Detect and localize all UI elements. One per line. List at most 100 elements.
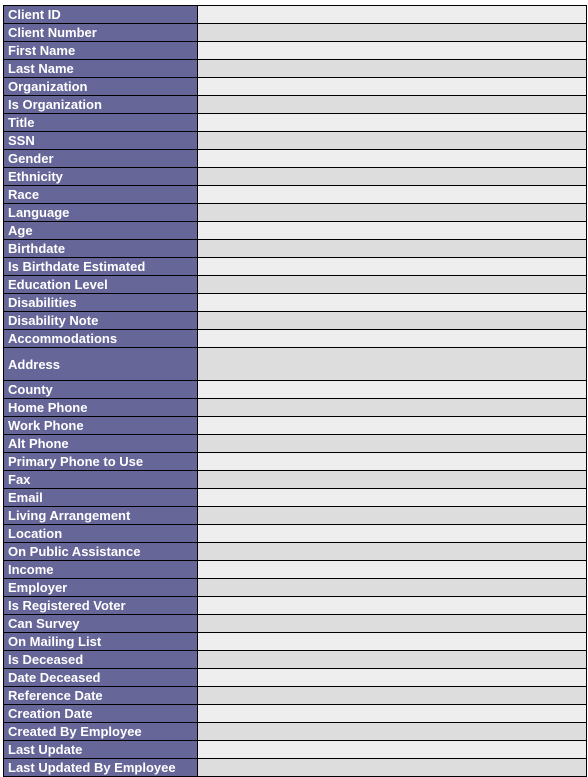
field-value-last-name [197, 59, 587, 78]
table-row: First Name [3, 41, 587, 60]
field-label-reference-date: Reference Date [3, 686, 198, 705]
field-label-last-updated-by-employee: Last Updated By Employee [3, 758, 198, 777]
field-label-county: County [3, 380, 198, 399]
table-row: Ethnicity [3, 167, 587, 186]
table-row: Disability Note [3, 311, 587, 330]
table-row: Address [3, 347, 587, 381]
field-value-can-survey [197, 614, 587, 633]
field-label-creation-date: Creation Date [3, 704, 198, 723]
field-value-alt-phone [197, 434, 587, 453]
table-row: Disabilities [3, 293, 587, 312]
table-row: Accommodations [3, 329, 587, 348]
table-row: Last Updated By Employee [3, 758, 587, 777]
table-row: County [3, 380, 587, 399]
table-row: Birthdate [3, 239, 587, 258]
table-row: Last Update [3, 740, 587, 759]
field-value-primary-phone-to-use [197, 452, 587, 471]
field-label-email: Email [3, 488, 198, 507]
field-label-is-organization: Is Organization [3, 95, 198, 114]
table-row: Client Number [3, 23, 587, 42]
field-label-is-deceased: Is Deceased [3, 650, 198, 669]
field-label-work-phone: Work Phone [3, 416, 198, 435]
table-row: Living Arrangement [3, 506, 587, 525]
field-label-is-registered-voter: Is Registered Voter [3, 596, 198, 615]
field-label-accommodations: Accommodations [3, 329, 198, 348]
field-label-can-survey: Can Survey [3, 614, 198, 633]
field-value-client-number [197, 23, 587, 42]
field-value-fax [197, 470, 587, 489]
table-row: Reference Date [3, 686, 587, 705]
table-row: Last Name [3, 59, 587, 78]
field-label-address: Address [3, 347, 198, 381]
field-value-age [197, 221, 587, 240]
field-value-disability-note [197, 311, 587, 330]
table-row: Created By Employee [3, 722, 587, 741]
field-label-race: Race [3, 185, 198, 204]
table-row: Creation Date [3, 704, 587, 723]
table-row: Is Registered Voter [3, 596, 587, 615]
table-row: Employer [3, 578, 587, 597]
field-value-organization [197, 77, 587, 96]
field-value-race [197, 185, 587, 204]
table-row: Gender [3, 149, 587, 168]
table-row: Date Deceased [3, 668, 587, 687]
field-label-on-public-assistance: On Public Assistance [3, 542, 198, 561]
field-value-first-name [197, 41, 587, 60]
field-value-is-organization [197, 95, 587, 114]
field-value-is-deceased [197, 650, 587, 669]
field-value-living-arrangement [197, 506, 587, 525]
table-row: Email [3, 488, 587, 507]
field-label-birthdate: Birthdate [3, 239, 198, 258]
field-value-created-by-employee [197, 722, 587, 741]
field-value-disabilities [197, 293, 587, 312]
field-label-alt-phone: Alt Phone [3, 434, 198, 453]
table-row: Race [3, 185, 587, 204]
field-value-income [197, 560, 587, 579]
field-label-language: Language [3, 203, 198, 222]
field-value-date-deceased [197, 668, 587, 687]
field-value-ssn [197, 131, 587, 150]
field-label-last-name: Last Name [3, 59, 198, 78]
table-row: Can Survey [3, 614, 587, 633]
field-value-education-level [197, 275, 587, 294]
field-label-organization: Organization [3, 77, 198, 96]
field-label-employer: Employer [3, 578, 198, 597]
field-label-disability-note: Disability Note [3, 311, 198, 330]
table-row: Primary Phone to Use [3, 452, 587, 471]
field-value-last-updated-by-employee [197, 758, 587, 777]
field-label-primary-phone-to-use: Primary Phone to Use [3, 452, 198, 471]
field-value-gender [197, 149, 587, 168]
table-row: Is Organization [3, 95, 587, 114]
field-value-last-update [197, 740, 587, 759]
field-value-birthdate [197, 239, 587, 258]
field-label-title: Title [3, 113, 198, 132]
field-label-ethnicity: Ethnicity [3, 167, 198, 186]
field-label-home-phone: Home Phone [3, 398, 198, 417]
field-label-age: Age [3, 221, 198, 240]
field-value-address [197, 347, 587, 381]
field-label-fax: Fax [3, 470, 198, 489]
field-label-income: Income [3, 560, 198, 579]
field-label-ssn: SSN [3, 131, 198, 150]
field-label-client-number: Client Number [3, 23, 198, 42]
table-row: Client ID [3, 5, 587, 24]
field-label-client-id: Client ID [3, 5, 198, 24]
table-row: SSN [3, 131, 587, 150]
field-value-work-phone [197, 416, 587, 435]
table-row: Alt Phone [3, 434, 587, 453]
table-row: Education Level [3, 275, 587, 294]
field-value-language [197, 203, 587, 222]
client-details-table: Client ID Client Number First Name Last Nam… [3, 5, 587, 777]
table-row: Is Birthdate Estimated [3, 257, 587, 276]
field-label-is-birthdate-estimated: Is Birthdate Estimated [3, 257, 198, 276]
field-label-education-level: Education Level [3, 275, 198, 294]
field-value-client-id [197, 5, 587, 24]
table-row: Language [3, 203, 587, 222]
field-value-ethnicity [197, 167, 587, 186]
table-row: On Public Assistance [3, 542, 587, 561]
field-label-on-mailing-list: On Mailing List [3, 632, 198, 651]
field-label-first-name: First Name [3, 41, 198, 60]
field-value-is-birthdate-estimated [197, 257, 587, 276]
field-value-email [197, 488, 587, 507]
field-label-date-deceased: Date Deceased [3, 668, 198, 687]
